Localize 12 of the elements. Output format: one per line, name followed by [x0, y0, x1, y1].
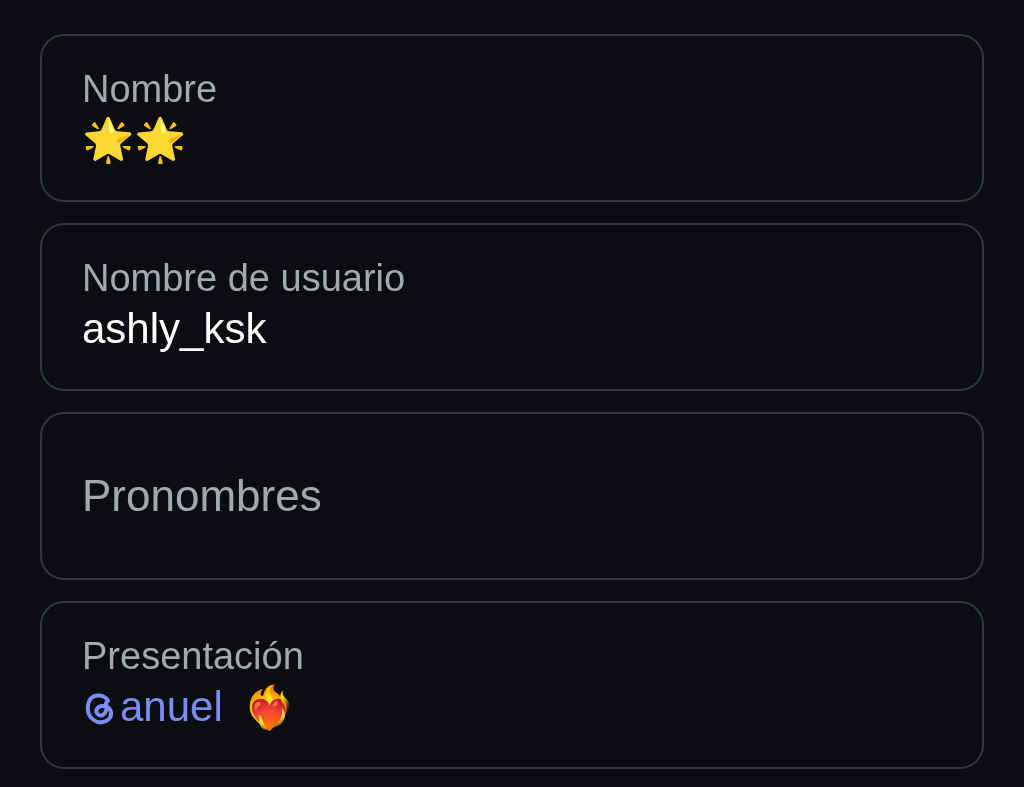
- text-field[interactable]: Pronombres: [40, 412, 984, 580]
- field-value: 🌟🌟: [82, 115, 186, 166]
- emoji: ❤‍🔥: [242, 682, 295, 732]
- field-label: Presentación: [82, 634, 304, 679]
- bio-field[interactable]: Presentación anuel ❤‍🔥: [40, 601, 984, 769]
- text-field[interactable]: Nombre de usuario ashly_ksk: [40, 223, 984, 391]
- field-placeholder: Pronombres: [82, 471, 322, 521]
- mention-link[interactable]: anuel: [82, 683, 223, 731]
- field-value: ashly_ksk: [82, 304, 267, 354]
- field-label: Nombre: [82, 67, 218, 112]
- field-label: Nombre de usuario: [82, 256, 406, 301]
- text-field[interactable]: Nombre 🌟🌟: [40, 34, 984, 202]
